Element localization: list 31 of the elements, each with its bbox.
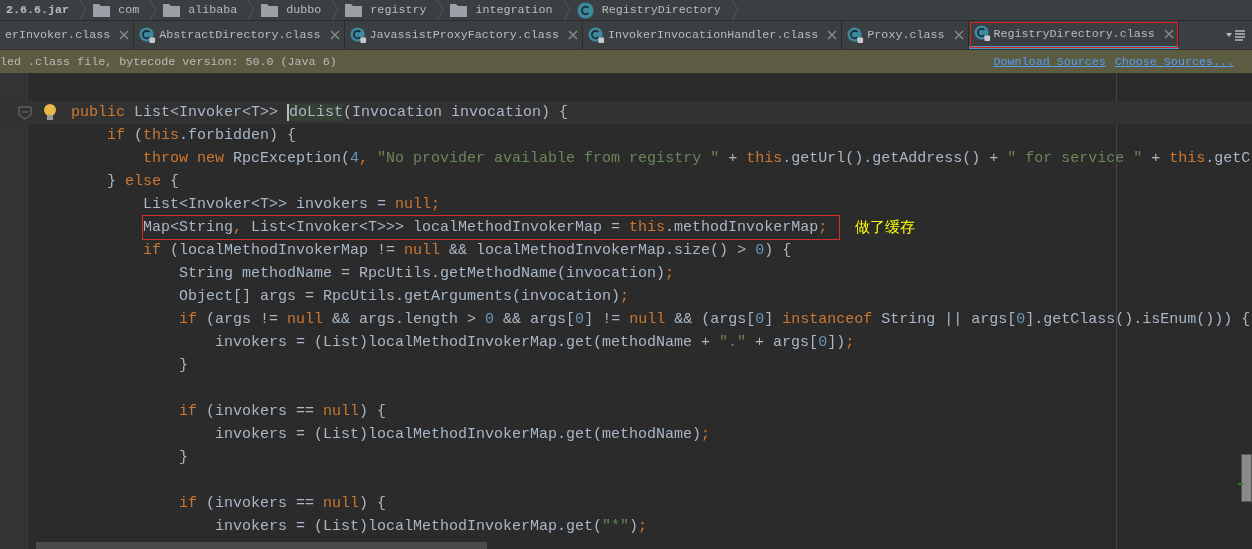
editor-tab[interactable]: Proxy.class (842, 21, 969, 49)
code-line: } (179, 356, 188, 376)
code-line: if (invokers == null) { (179, 494, 387, 514)
breadcrumb-item[interactable]: alibaba (157, 0, 248, 20)
breadcrumb-item[interactable]: RegistryDirectory (570, 0, 731, 20)
code-line: throw new RpcException(4, "No provider available from registry " + this.getUrl().getAddress() + " for service " + this.getC (143, 149, 1251, 169)
code-line: String methodName = RpcUtils.getMethodName(invocation); (179, 264, 675, 284)
code-line: public List<Invoker<T>> doList(Invocation invocation) { (71, 103, 569, 123)
breadcrumb-item[interactable]: integration (444, 0, 563, 20)
editor-tab[interactable]: InvokerInvocationHandler.class (582, 21, 843, 49)
code-line: invokers = (List)localMethodInvokerMap.get(methodName); (215, 425, 711, 445)
breadcrumb-item[interactable]: dubbo (255, 0, 332, 20)
code-line: if (localMethodInvokerMap != null && localMethodInvokerMap.size() > 0) { (143, 241, 792, 261)
code-line: if (args != null && args.length > 0 && args[0] != null && (args[0] instanceof String || args[0].getClass().isEnum())) { (179, 310, 1251, 330)
code-line: if (this.forbidden) { (107, 126, 297, 146)
code-line: List<Invoker<T>> invokers = null; (143, 195, 441, 215)
code-line: } (179, 448, 188, 468)
breadcrumb-item[interactable]: registry (339, 0, 437, 20)
code-line: if (invokers == null) { (179, 402, 387, 422)
code-line: } else { (107, 172, 180, 192)
editor-tab[interactable]: JavassistProxyFactory.class (344, 21, 583, 49)
code-line: invokers = (List)localMethodInvokerMap.get(methodName + "." + args[0]); (215, 333, 855, 353)
banner-message: led .class file, bytecode version: 50.0 (Java 6) (0, 54, 337, 69)
code-line: invokers = (List)localMethodInvokerMap.get("*"); (215, 517, 648, 537)
breadcrumb-item[interactable]: 2.6.6.jar (0, 0, 80, 20)
code-line: Object[] args = RpcUtils.getArguments(invocation); (179, 287, 630, 307)
breadcrumb-item[interactable]: com (87, 0, 150, 20)
editor-tab[interactable]: erInvoker.class (0, 21, 135, 49)
code-line: Map<String, List<Invoker<T>>> localMethodInvokerMap = this.methodInvokerMap; (143, 216, 840, 239)
editor-tab[interactable]: AbstractDirectory.class (134, 21, 345, 49)
annotation-text: 做了缓存 (855, 218, 916, 237)
